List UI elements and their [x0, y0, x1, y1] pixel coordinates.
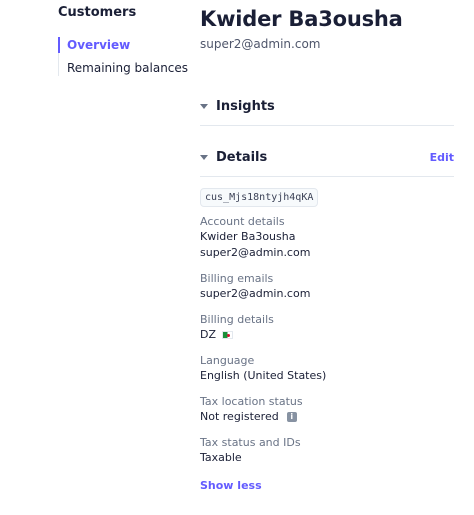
edit-details-link[interactable]: Edit [430, 151, 454, 164]
sidebar: Customers Overview Remaining balances [58, 4, 188, 83]
customer-email: super2@admin.com [200, 37, 321, 51]
account-details-label: Account details [200, 215, 285, 228]
chevron-down-icon [200, 103, 208, 109]
insights-section-header[interactable]: Insights [200, 95, 454, 117]
tax-status-field: Tax status and IDs Taxable [200, 435, 454, 466]
divider [200, 176, 454, 177]
details-title: Details [216, 149, 268, 165]
sidebar-item-remaining-balances[interactable]: Remaining balances [59, 60, 188, 76]
language-value: English (United States) [200, 369, 327, 382]
sidebar-item-overview[interactable]: Overview [58, 37, 188, 53]
billing-details-row: DZ [200, 327, 454, 343]
tax-status-value: Taxable [200, 451, 242, 464]
tax-location-status-value: Not registered [200, 410, 279, 423]
account-details-name: Kwider Ba3ousha [200, 230, 296, 243]
customer-main: Kwider Ba3ousha super2@admin.com Insight… [200, 4, 454, 492]
algeria-flag-icon [222, 331, 234, 339]
show-less-link[interactable]: Show less [200, 479, 262, 492]
billing-emails-value: super2@admin.com [200, 287, 311, 300]
page-title: Kwider Ba3ousha [200, 7, 403, 31]
insights-title: Insights [216, 98, 275, 114]
account-details-email: super2@admin.com [200, 246, 311, 259]
details-section-header[interactable]: Details Edit [200, 146, 454, 168]
billing-details-label: Billing details [200, 313, 274, 326]
divider [200, 125, 454, 126]
info-icon[interactable]: i [286, 412, 297, 422]
sidebar-nav: Overview Remaining balances [58, 37, 188, 76]
billing-emails-field: Billing emails super2@admin.com [200, 271, 454, 302]
language-label: Language [200, 354, 255, 367]
tax-status-label: Tax status and IDs [200, 436, 301, 449]
language-field: Language English (United States) [200, 353, 454, 384]
tax-location-status-field: Tax location status Not registered i [200, 394, 454, 425]
billing-emails-label: Billing emails [200, 272, 274, 285]
account-details-field: Account details Kwider Ba3ousha super2@a… [200, 214, 454, 261]
billing-country-code: DZ [200, 328, 217, 341]
sidebar-title: Customers [58, 5, 137, 20]
tax-location-status-row: Not registered i [200, 409, 454, 425]
billing-details-field: Billing details DZ [200, 312, 454, 343]
customer-id-chip[interactable]: cus_Mjs18ntyjh4qKA [200, 188, 319, 207]
chevron-down-icon [200, 154, 208, 160]
tax-location-status-label: Tax location status [200, 395, 303, 408]
